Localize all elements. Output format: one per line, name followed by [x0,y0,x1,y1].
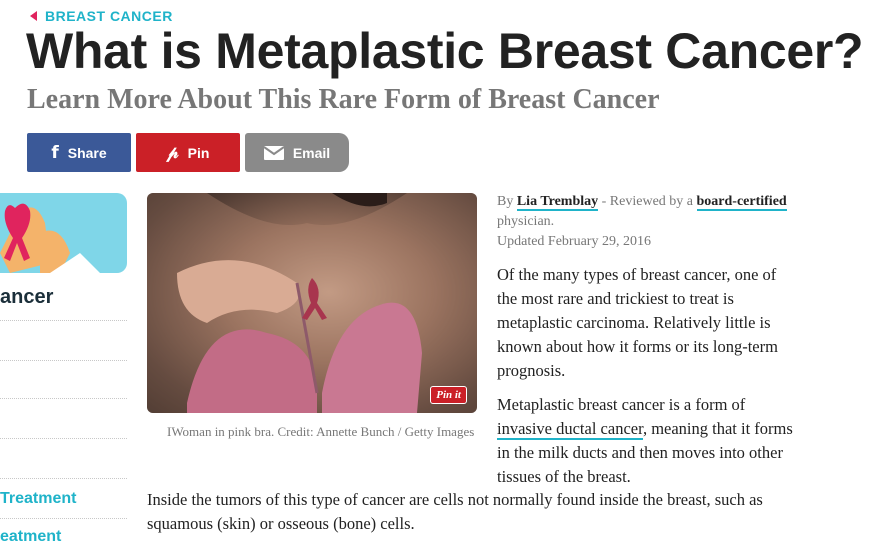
facebook-share-button[interactable]: f Share [27,133,131,172]
board-certified-link[interactable]: board-certified [696,194,787,211]
sidebar-divider [0,438,127,439]
reviewed-text: - Reviewed by a [601,194,693,209]
pin-it-button[interactable]: Pin it [430,386,467,404]
paragraph-3: Inside the tumors of this type of cancer… [147,490,763,533]
sidebar-link-treatment-2[interactable]: eatment [0,528,61,546]
paragraph-2-start: Metaplastic breast cancer is a form of [497,395,746,414]
sidebar-link-treatment[interactable]: Treatment [0,490,76,508]
author-link[interactable]: Lia Tremblay [516,194,599,211]
invasive-ductal-cancer-link[interactable]: invasive ductal cancer [497,419,643,440]
facebook-share-label: Share [67,144,107,161]
envelope-icon [263,145,284,160]
sidebar-divider [0,320,127,321]
paragraph-1: Of the many types of breast cancer, one … [497,265,778,380]
facebook-icon: f [51,142,59,163]
article-photo: Pin it [147,193,477,413]
pinterest-pin-label: Pin [187,144,210,161]
sidebar-divider [0,360,127,361]
ribbon-hands-icon [0,203,100,273]
page-title: What is Metaplastic Breast Cancer? [26,23,864,79]
woman-pink-bra-illustration [147,193,477,413]
share-bar: f Share 𝓅 Pin Email [27,133,349,172]
image-caption: IWoman in pink bra. Credit: Annette Bunc… [167,424,475,439]
pinterest-icon: 𝓅 [166,142,179,163]
byline-prefix: By [497,194,514,209]
email-share-label: Email [292,144,331,161]
article-figure: Pin it IWoman in pink bra. Credit: Annet… [147,193,477,441]
sidebar-divider [0,478,127,479]
reviewed-suffix: physician. [497,214,555,229]
back-triangle-icon [30,11,37,21]
pinterest-pin-button[interactable]: 𝓅 Pin [136,133,240,172]
page-subtitle: Learn More About This Rare Form of Breas… [27,84,660,115]
sidebar-divider [0,518,127,519]
sidebar-banner[interactable] [0,193,127,273]
email-share-button[interactable]: Email [245,133,349,172]
sidebar-heading: ancer [0,286,54,308]
paragraph-2: Metaplastic breast cancer is a form of i… [497,393,797,489]
sidebar-divider [0,398,127,399]
byline: By Lia Tremblay - Reviewed by a board-ce… [497,192,797,252]
sidebar [0,193,127,273]
updated-date: Updated February 29, 2016 [497,234,651,249]
